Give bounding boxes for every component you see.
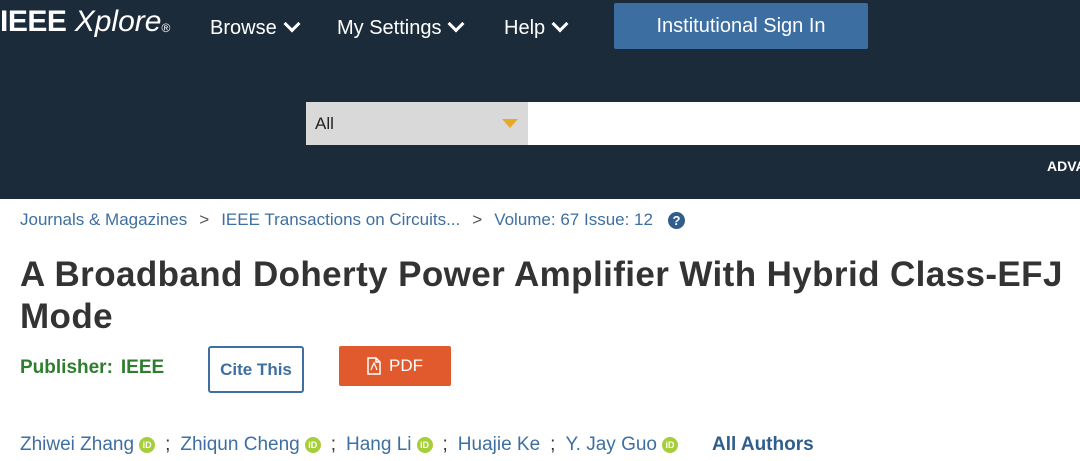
chevron-down-icon [551, 15, 569, 33]
search-input[interactable] [528, 102, 1080, 145]
ieee-xplore-logo[interactable]: IEEE Xplore® [0, 2, 170, 42]
chevron-down-icon [283, 15, 301, 33]
registered-mark: ® [161, 21, 171, 35]
author-link[interactable]: Zhiwei Zhang [20, 433, 134, 457]
nav-my-settings[interactable]: My Settings [337, 15, 465, 40]
publisher-label: Publisher: [20, 357, 113, 378]
logo-xplore-text: Xplore [74, 5, 162, 38]
pdf-button[interactable]: PDF [339, 346, 451, 386]
nav-browse[interactable]: Browse [210, 15, 301, 40]
authors-list: Zhiwei Zhang iD ; Zhiqun Cheng iD ; Hang… [20, 433, 814, 457]
author-separator: ; [550, 434, 556, 455]
institutional-sign-in-button[interactable]: Institutional Sign In [614, 3, 868, 49]
nav-browse-label: Browse [210, 17, 277, 39]
pdf-label: PDF [389, 356, 423, 375]
chevron-down-icon [447, 15, 465, 33]
breadcrumb-journals-magazines[interactable]: Journals & Magazines [20, 209, 187, 231]
pdf-file-icon [367, 357, 381, 375]
advanced-search-link[interactable]: ADVA [1047, 158, 1080, 174]
nav-my-settings-label: My Settings [337, 17, 442, 39]
nav-help-label: Help [504, 17, 546, 39]
nav-help[interactable]: Help [504, 15, 569, 40]
site-header: IEEE Xplore® Browse My Settings Help Ins… [0, 0, 1080, 199]
orcid-icon[interactable]: iD [416, 437, 433, 453]
logo-ieee-text: IEEE [0, 5, 67, 38]
author-link[interactable]: Huajie Ke [458, 433, 540, 457]
publisher-info: Publisher: IEEE [20, 357, 164, 379]
breadcrumb-separator: > [199, 210, 210, 229]
breadcrumb-volume-issue[interactable]: Volume: 67 Issue: 12 [494, 209, 653, 231]
author-separator: ; [330, 434, 336, 455]
search-scope-select[interactable]: All [306, 102, 528, 145]
publisher-value: IEEE [120, 357, 165, 378]
author-link[interactable]: Zhiqun Cheng [180, 433, 299, 457]
cite-this-button[interactable]: Cite This [208, 346, 304, 393]
author-link[interactable]: Hang Li [346, 433, 412, 457]
breadcrumb: Journals & Magazines > IEEE Transactions… [20, 209, 685, 231]
help-circle-icon[interactable]: ? [667, 211, 685, 229]
article-title: A Broadband Doherty Power Amplifier With… [20, 255, 1063, 336]
orcid-icon[interactable]: iD [662, 437, 678, 453]
author-separator: ; [165, 434, 171, 455]
search-scope-value: All [315, 114, 334, 133]
author-separator: ; [442, 434, 448, 455]
all-authors-link[interactable]: All Authors [712, 433, 814, 457]
breadcrumb-journal-name[interactable]: IEEE Transactions on Circuits... [221, 209, 460, 231]
orcid-icon[interactable]: iD [139, 437, 156, 453]
author-link[interactable]: Y. Jay Guo [565, 433, 657, 457]
breadcrumb-separator: > [472, 210, 483, 229]
dropdown-caret-icon [502, 119, 518, 128]
orcid-icon[interactable]: iD [304, 437, 321, 453]
